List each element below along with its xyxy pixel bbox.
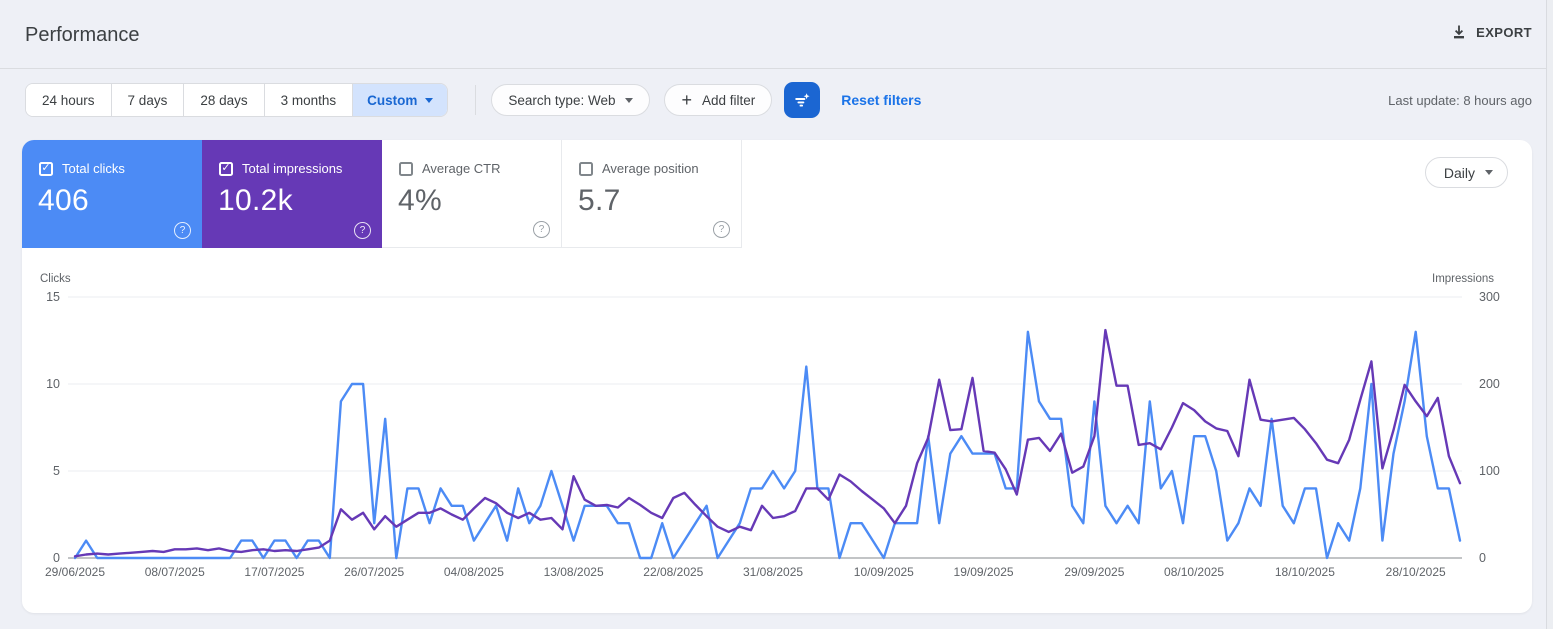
plus-icon: +: [681, 90, 692, 110]
y-axis-left-label: 10: [46, 377, 60, 391]
date-range-custom[interactable]: Custom: [353, 84, 448, 116]
right-axis-title: Impressions: [1432, 273, 1494, 285]
y-axis-right-label: 200: [1479, 377, 1500, 391]
y-axis-left-label: 5: [53, 464, 60, 478]
x-axis-label: 10/09/2025: [853, 565, 914, 579]
date-range-tabs: 24 hours 7 days 28 days 3 months Custom: [25, 83, 449, 117]
header-divider: [0, 68, 1553, 69]
x-axis-label: 08/10/2025: [1164, 565, 1225, 579]
metric-card-average-position[interactable]: Average position 5.7?: [562, 140, 742, 248]
chevron-down-icon: [625, 97, 634, 103]
last-update-text: Last update: 8 hours ago: [1388, 93, 1532, 108]
metric-card-average-ctr[interactable]: Average CTR 4%?: [382, 140, 562, 248]
x-axis-label: 17/07/2025: [244, 565, 305, 579]
left-axis-title: Clicks: [40, 273, 71, 285]
chevron-down-icon: [1485, 170, 1493, 175]
x-axis-label: 18/10/2025: [1274, 565, 1335, 579]
scrollbar[interactable]: [1546, 0, 1553, 629]
granularity-dropdown[interactable]: Daily: [1424, 157, 1508, 188]
x-axis-label: 29/09/2025: [1064, 565, 1125, 579]
download-icon: [1451, 24, 1467, 40]
y-axis-right-label: 100: [1479, 464, 1500, 478]
x-axis-label: 26/07/2025: [344, 565, 405, 579]
date-range-7-days[interactable]: 7 days: [111, 84, 185, 116]
total-clicks-checkbox[interactable]: ✓: [39, 161, 53, 176]
filter-divider: [475, 85, 477, 115]
x-axis-label: 19/09/2025: [953, 565, 1014, 579]
chevron-down-icon: [425, 97, 434, 103]
date-range-24-hours[interactable]: 24 hours: [26, 84, 112, 116]
total-impressions-line: [73, 328, 1462, 558]
add-filter-label: Add filter: [701, 92, 756, 108]
card-value: 10.2k: [218, 184, 293, 217]
y-axis-left-label: 0: [53, 551, 60, 565]
card-label: Average CTR: [422, 161, 501, 176]
x-axis-label: 29/06/2025: [44, 565, 106, 579]
metric-card-total-clicks[interactable]: ✓ Total clicks 406?: [22, 140, 202, 248]
x-axis-label: 22/08/2025: [643, 565, 704, 579]
granularity-label: Daily: [1443, 164, 1475, 181]
page-title: Performance: [25, 24, 140, 46]
x-axis-label: 08/07/2025: [144, 565, 205, 579]
metric-cards: ✓ Total clicks 406? ✓ Total impressions 10.2k…: [22, 140, 742, 248]
card-value: 4%: [398, 184, 442, 217]
search-type-label: Search type: Web: [508, 92, 616, 108]
average-ctr-checkbox[interactable]: [399, 161, 413, 176]
card-label: Total impressions: [242, 161, 343, 176]
date-range-3-months[interactable]: 3 months: [264, 84, 354, 116]
help-icon[interactable]: ?: [174, 222, 191, 239]
reset-filters-link[interactable]: Reset filters: [841, 92, 921, 108]
total-impressions-checkbox[interactable]: ✓: [219, 161, 233, 176]
export-label: EXPORT: [1476, 24, 1532, 40]
average-position-checkbox[interactable]: [579, 161, 593, 176]
help-icon[interactable]: ?: [354, 222, 371, 239]
y-axis-right-label: 0: [1479, 551, 1486, 565]
total-clicks-line: [73, 330, 1462, 560]
custom-label: Custom: [367, 92, 418, 108]
x-axis-label: 31/08/2025: [743, 565, 804, 579]
x-axis-label: 28/10/2025: [1385, 565, 1446, 579]
filter-tune-button[interactable]: [784, 82, 821, 118]
tune-sparkle-icon: [793, 91, 812, 110]
help-icon[interactable]: ?: [533, 221, 550, 238]
performance-panel: ✓ Total clicks 406? ✓ Total impressions 10.2k…: [22, 140, 1532, 613]
x-axis-label: 04/08/2025: [443, 565, 504, 579]
filter-row: 24 hours 7 days 28 days 3 months Custom Sea…: [25, 82, 921, 118]
date-range-28-days[interactable]: 28 days: [184, 84, 265, 116]
card-value: 5.7: [578, 184, 621, 217]
help-icon[interactable]: ?: [713, 221, 730, 238]
add-filter-button[interactable]: + Add filter: [664, 84, 773, 116]
card-label: Total clicks: [62, 161, 125, 176]
y-axis-left-label: 15: [46, 290, 60, 304]
export-button[interactable]: EXPORT: [1451, 24, 1532, 40]
card-value: 406: [38, 184, 89, 217]
y-axis-right-label: 300: [1479, 290, 1500, 304]
card-label: Average position: [602, 161, 699, 176]
metric-card-total-impressions[interactable]: ✓ Total impressions 10.2k?: [202, 140, 382, 248]
x-axis-label: 13/08/2025: [543, 565, 604, 579]
search-type-dropdown[interactable]: Search type: Web: [491, 84, 651, 116]
